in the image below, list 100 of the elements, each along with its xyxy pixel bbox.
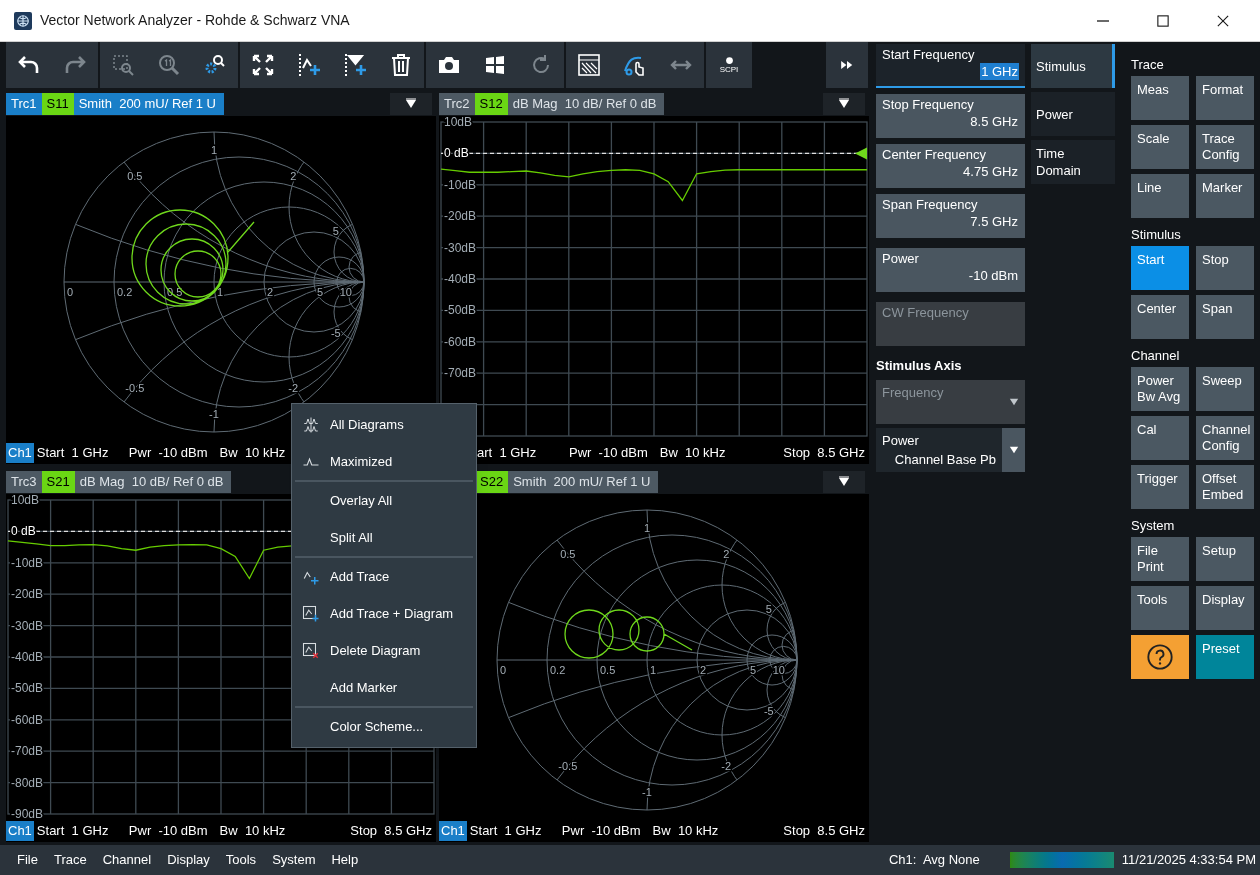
menu-item[interactable]: Add Trace	[292, 558, 476, 595]
parameter-label: S12	[474, 93, 508, 115]
axis-tick-label: -60dB	[444, 334, 477, 349]
menu-item[interactable]: File	[9, 850, 46, 870]
maximize-icon	[1157, 14, 1169, 27]
parameter-field[interactable]: Start Frequency 1 GHz	[876, 44, 1025, 88]
section-title: Channel	[1131, 347, 1181, 365]
softkey[interactable]: Scale	[1131, 125, 1189, 169]
dropdown-value: Channel Base Pb	[894, 451, 996, 469]
softkey[interactable]: Display	[1196, 586, 1254, 630]
grid-label: 2	[267, 286, 274, 298]
more-button[interactable]	[826, 42, 868, 88]
menu-item[interactable]: Add Marker	[292, 669, 476, 706]
softkey[interactable]: Meas	[1131, 76, 1189, 120]
axis-tick-label: -40dB	[11, 650, 44, 664]
stacked-peaks-icon	[302, 415, 320, 434]
start-frequency: Start 1 GHz	[469, 822, 543, 841]
down-triangle-icon	[836, 476, 852, 488]
softkey[interactable]: Offset Embed	[1196, 465, 1254, 509]
bandwidth-reading: Bw 10 kHz	[659, 444, 726, 463]
parameter-field[interactable]: Span Frequency 7.5 GHz	[876, 194, 1025, 238]
menu-item[interactable]: Tools	[217, 850, 265, 870]
field-label: Start Frequency	[882, 46, 976, 63]
menu-item[interactable]: Trace	[45, 850, 95, 870]
preset-button[interactable]: Preset	[1196, 635, 1254, 679]
channel-status: Ch1: Avg None	[888, 851, 980, 870]
grid-label: 5	[765, 603, 772, 616]
stimulus-axis-dropdown[interactable]: Power Channel Base Pb	[876, 427, 1025, 472]
axis-tick-label: -10dB	[11, 555, 44, 570]
trace-header[interactable]: Trc1 S11 Smith 200 mU/ Ref 1 U	[6, 93, 224, 115]
dashed-magnifier-icon	[111, 53, 135, 77]
softkey[interactable]: Stop	[1196, 246, 1254, 290]
trace-header[interactable]: Trc2 S12 dB Mag 10 dB/ Ref 0 dB	[439, 93, 665, 115]
parameter-field[interactable]: Center Frequency 4.75 GHz	[876, 144, 1025, 188]
parameter-field[interactable]: Power -10 dBm	[876, 248, 1025, 292]
softkey[interactable]: Power Bw Avg	[1131, 367, 1189, 411]
diagram-menu-button[interactable]	[390, 93, 432, 115]
grid-label: -5	[763, 704, 774, 717]
menu-item[interactable]: Channel	[94, 850, 160, 870]
softkey[interactable]: Center	[1131, 295, 1189, 339]
softkey[interactable]: Cal	[1131, 416, 1189, 460]
dot-icon	[724, 55, 734, 65]
axis-tick-label: -30dB	[11, 618, 44, 633]
softkey[interactable]: Marker	[1196, 174, 1254, 218]
power-reading: Pwr -10 dBm	[128, 444, 208, 463]
trace-header[interactable]: Trc3 S21 dB Mag 10 dB/ Ref 0 dB	[6, 471, 232, 493]
down-triangle-icon	[403, 98, 419, 110]
grid-label: -5	[330, 326, 341, 339]
menu-item[interactable]: Color Scheme...	[292, 708, 476, 745]
grid-label: 0.2	[117, 286, 133, 298]
channel-badge: Ch1	[6, 821, 34, 841]
help-button[interactable]	[1131, 635, 1189, 679]
softkey[interactable]: Format	[1196, 76, 1254, 120]
diagram-menu-button[interactable]	[823, 93, 865, 115]
down-triangle-icon	[1007, 396, 1020, 407]
marker-plus-icon	[343, 53, 367, 77]
softkey[interactable]: Tools	[1131, 586, 1189, 630]
hatched-window-icon	[577, 53, 601, 77]
diagram-menu-button[interactable]	[823, 471, 865, 493]
channel-badge: Ch1	[439, 821, 467, 841]
power-reading: Pwr -10 dBm	[569, 444, 648, 463]
tab[interactable]: Power	[1031, 92, 1115, 136]
parameter-label: S22	[475, 471, 509, 493]
grid-label: -0.5	[558, 759, 578, 772]
trace-plus-icon	[297, 53, 321, 77]
menu-item[interactable]: Display	[159, 850, 218, 870]
bandwidth-reading: Bw 10 kHz	[219, 822, 286, 841]
channel-badge: Ch1	[6, 443, 34, 463]
grid-label: 1	[643, 522, 651, 534]
stop-frequency: Stop 8.5 GHz	[783, 444, 865, 463]
axis-tick-label: -30dB	[444, 240, 477, 255]
tab[interactable]: Time Domain	[1031, 140, 1115, 184]
dropdown-label: Frequency	[882, 383, 945, 402]
start-frequency: Start 1 GHz	[36, 444, 110, 463]
menu-item[interactable]: Delete Diagram	[292, 632, 476, 669]
grid-label: 0	[500, 664, 507, 676]
softkey[interactable]: Trigger	[1131, 465, 1189, 509]
softkey[interactable]: Trace Config	[1196, 125, 1254, 169]
parameter-field[interactable]: Stop Frequency 8.5 GHz	[876, 94, 1025, 138]
grid-label: 5	[317, 286, 324, 298]
grid-label: 5	[332, 225, 339, 238]
section-title: Trace	[1131, 56, 1165, 74]
softkey[interactable]: Channel Config	[1196, 416, 1254, 460]
menu-item[interactable]: System	[264, 850, 324, 870]
softkey[interactable]: Setup	[1196, 537, 1254, 581]
menu-item[interactable]: Add Trace + Diagram	[292, 595, 476, 632]
softkey[interactable]: Sweep	[1196, 367, 1254, 411]
scpi-button[interactable]: SCPI	[706, 42, 752, 88]
axis-tick-label: -20dB	[11, 587, 44, 602]
field-value: 4.75 GHz	[962, 163, 1019, 180]
softkey[interactable]: Line	[1131, 174, 1189, 218]
grid-label: 0.5	[127, 170, 143, 183]
menu-item[interactable]: Split All	[292, 519, 476, 556]
axis-tick-label: -40dB	[444, 272, 477, 286]
menu-item[interactable]: All Diagrams	[292, 406, 476, 443]
tab[interactable]: Stimulus	[1031, 44, 1115, 88]
softkey[interactable]: Span	[1196, 295, 1254, 339]
grid-label: -2	[288, 381, 299, 394]
softkey[interactable]: File Print	[1131, 537, 1189, 581]
menu-item[interactable]: Help	[323, 850, 367, 870]
